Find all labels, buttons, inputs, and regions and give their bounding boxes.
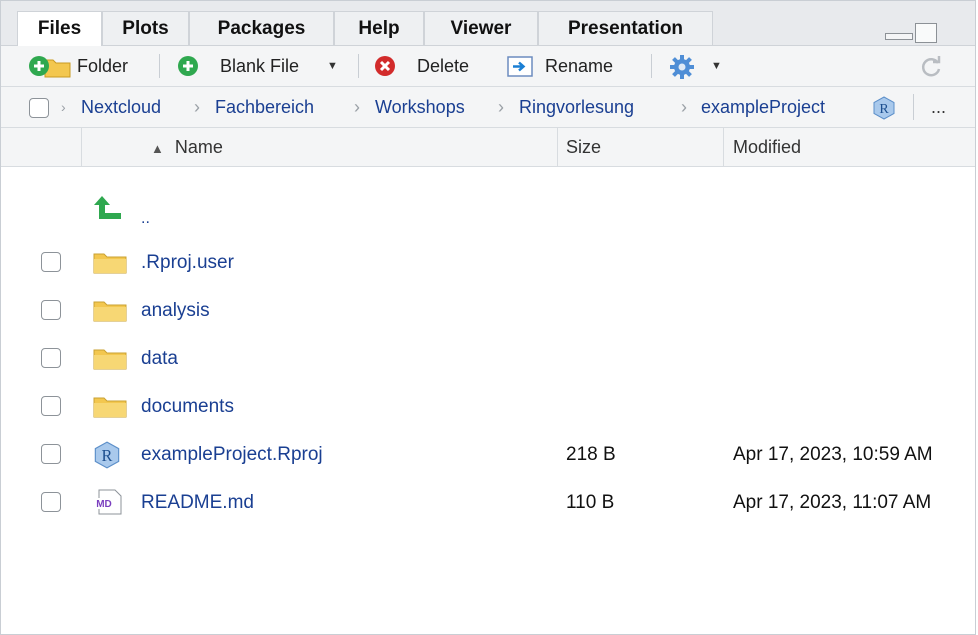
file-name-link[interactable]: documents bbox=[141, 383, 234, 431]
parent-directory-row[interactable]: .. bbox=[1, 191, 975, 239]
chevron-right-icon: › bbox=[498, 97, 504, 117]
select-all-checkbox[interactable] bbox=[29, 98, 49, 118]
refresh-button[interactable] bbox=[919, 46, 945, 86]
tab-help[interactable]: Help bbox=[334, 11, 424, 45]
files-toolbar: Folder Blank File ▼ Delete Rename ▼ bbox=[1, 46, 975, 87]
breadcrumb-fachbereich[interactable]: Fachbereich bbox=[215, 87, 314, 127]
tab-packages[interactable]: Packages bbox=[189, 11, 334, 45]
tab-viewer[interactable]: Viewer bbox=[424, 11, 538, 45]
new-folder-icon bbox=[29, 56, 71, 78]
markdown-file-icon: MD bbox=[94, 489, 122, 515]
list-item: R exampleProject.Rproj 218 B Apr 17, 202… bbox=[1, 431, 975, 479]
chevron-right-icon: › bbox=[681, 97, 687, 117]
delete-button[interactable]: Delete bbox=[374, 46, 486, 86]
breadcrumb-ringvorlesung[interactable]: Ringvorlesung bbox=[519, 87, 634, 127]
breadcrumb-divider bbox=[913, 94, 914, 120]
rproject-icon[interactable]: R bbox=[872, 96, 896, 120]
chevron-right-icon: › bbox=[61, 99, 66, 115]
row-checkbox[interactable] bbox=[41, 444, 61, 464]
blank-file-label: Blank File bbox=[220, 56, 300, 76]
tab-presentation[interactable]: Presentation bbox=[538, 11, 713, 45]
row-checkbox[interactable] bbox=[41, 300, 61, 320]
sort-ascending-icon: ▲ bbox=[151, 141, 164, 156]
list-item: documents bbox=[1, 383, 975, 431]
row-checkbox[interactable] bbox=[41, 348, 61, 368]
breadcrumb: › Nextcloud › Fachbereich › Workshops › … bbox=[1, 87, 975, 128]
list-item: data bbox=[1, 335, 975, 383]
tab-plots[interactable]: Plots bbox=[102, 11, 189, 45]
toolbar-divider bbox=[651, 54, 652, 78]
file-name-link[interactable]: README.md bbox=[141, 479, 254, 527]
svg-text:R: R bbox=[879, 102, 889, 117]
maximize-pane-button[interactable] bbox=[915, 23, 937, 43]
name-column-header[interactable]: ▲ Name bbox=[151, 128, 223, 166]
file-name-link[interactable]: .Rproj.user bbox=[141, 239, 234, 287]
refresh-icon bbox=[921, 56, 941, 77]
rename-button[interactable]: Rename bbox=[507, 46, 635, 86]
chevron-right-icon: › bbox=[354, 97, 360, 117]
gear-icon bbox=[670, 55, 694, 79]
folder-icon bbox=[93, 349, 127, 370]
column-divider bbox=[81, 128, 82, 166]
files-pane: Files Plots Packages Help Viewer Present… bbox=[0, 0, 976, 635]
toolbar-divider bbox=[159, 54, 160, 78]
list-item: MD README.md 110 B Apr 17, 2023, 11:07 A… bbox=[1, 479, 975, 527]
tab-files[interactable]: Files bbox=[17, 11, 102, 46]
breadcrumb-exampleproject[interactable]: exampleProject bbox=[701, 87, 825, 127]
file-name-link[interactable]: data bbox=[141, 335, 178, 383]
breadcrumb-workshops[interactable]: Workshops bbox=[375, 87, 465, 127]
minimize-pane-button[interactable] bbox=[885, 33, 913, 40]
size-column-header[interactable]: Size bbox=[566, 128, 601, 166]
blank-file-button[interactable]: Blank File ▼ bbox=[177, 46, 347, 86]
new-folder-label: Folder bbox=[77, 56, 129, 76]
modified-column-header[interactable]: Modified bbox=[733, 128, 801, 166]
chevron-down-icon: ▼ bbox=[711, 60, 722, 72]
delete-label: Delete bbox=[417, 56, 470, 76]
toolbar-divider bbox=[358, 54, 359, 78]
column-divider bbox=[723, 128, 724, 166]
delete-icon bbox=[375, 56, 395, 76]
file-list-header: ▲ Name Size Modified bbox=[1, 128, 975, 167]
add-circle-icon bbox=[178, 56, 198, 76]
chevron-down-icon: ▼ bbox=[327, 60, 338, 72]
row-checkbox[interactable] bbox=[41, 396, 61, 416]
column-divider bbox=[557, 128, 558, 166]
file-name-link[interactable]: analysis bbox=[141, 287, 210, 335]
list-item: .Rproj.user bbox=[1, 239, 975, 287]
svg-text:MD: MD bbox=[96, 499, 112, 510]
breadcrumb-more-button[interactable]: ... bbox=[931, 87, 946, 127]
file-size: 218 B bbox=[566, 444, 616, 465]
new-folder-button[interactable]: Folder bbox=[27, 46, 145, 86]
rename-icon bbox=[507, 56, 533, 77]
row-checkbox[interactable] bbox=[41, 252, 61, 272]
row-checkbox[interactable] bbox=[41, 492, 61, 512]
tab-bar: Files Plots Packages Help Viewer Present… bbox=[1, 1, 975, 46]
breadcrumb-nextcloud[interactable]: Nextcloud bbox=[81, 87, 161, 127]
chevron-right-icon: › bbox=[194, 97, 200, 117]
svg-text:R: R bbox=[102, 446, 113, 465]
file-name-link[interactable]: exampleProject.Rproj bbox=[141, 431, 323, 479]
folder-icon bbox=[93, 301, 127, 322]
more-actions-button[interactable]: ▼ bbox=[669, 46, 729, 86]
parent-directory-link[interactable]: .. bbox=[141, 195, 150, 243]
file-size: 110 B bbox=[566, 492, 615, 513]
window-controls bbox=[885, 23, 945, 43]
list-item: analysis bbox=[1, 287, 975, 335]
file-modified: Apr 17, 2023, 10:59 AM bbox=[733, 444, 933, 465]
folder-icon bbox=[93, 397, 127, 418]
up-arrow-icon bbox=[94, 196, 121, 219]
rename-label: Rename bbox=[545, 56, 614, 76]
folder-icon bbox=[93, 253, 127, 274]
rproject-icon: R bbox=[94, 441, 120, 469]
file-modified: Apr 17, 2023, 11:07 AM bbox=[733, 492, 932, 513]
